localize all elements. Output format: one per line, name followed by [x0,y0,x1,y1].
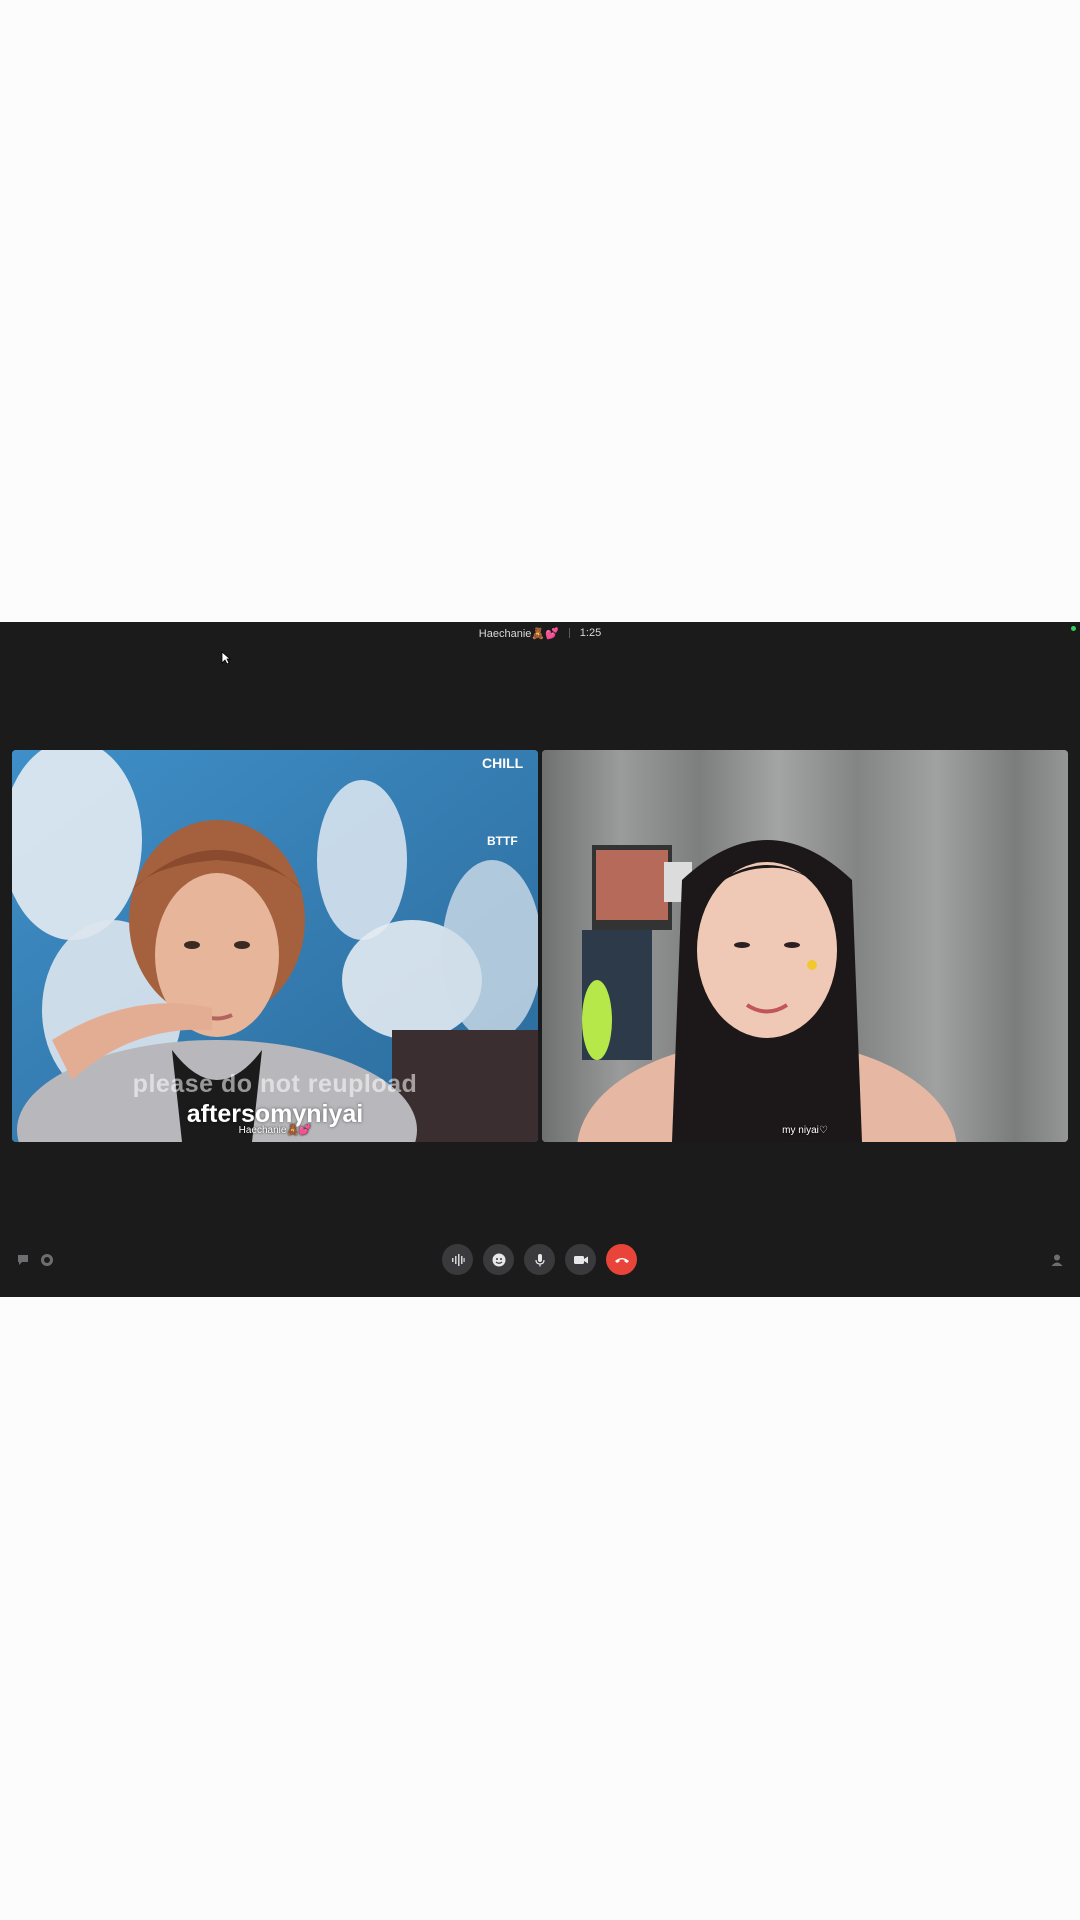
microphone-button[interactable] [524,1244,555,1275]
call-controls-bar [0,1229,1080,1297]
facetime-call-window: Haechanie🧸💕 1:25 CHILL BTTF please do no… [0,622,1080,1297]
audio-waveform-button[interactable] [442,1244,473,1275]
mouse-cursor-icon [221,651,231,665]
end-call-button[interactable] [606,1244,637,1275]
camera-button[interactable] [565,1244,596,1275]
effects-icon [492,1253,505,1266]
svg-text:CHILL: CHILL [482,755,524,771]
person-icon[interactable] [1050,1253,1064,1267]
svg-text:BTTF: BTTF [487,834,518,848]
video-frame-illustration [542,750,1068,1142]
participant-name-label: my niyai♡ [782,1125,828,1136]
online-indicator [1071,626,1076,631]
center-controls [442,1244,637,1275]
camera-icon [573,1255,588,1264]
chat-bubble-icon[interactable] [16,1253,30,1267]
participant-name-label: Haechanie🧸💕 [238,1125,312,1136]
call-duration: 1:25 [579,627,602,639]
participant-video-haechanie[interactable]: CHILL BTTF please do not reupload afters… [12,750,538,1142]
right-controls [1050,1253,1064,1267]
participant-video-niyai[interactable]: my niyai♡ [542,750,1068,1142]
microphone-icon [534,1253,545,1266]
end-call-icon [614,1257,629,1263]
title-divider [568,628,570,638]
call-titlebar: Haechanie🧸💕 1:25 [0,622,1080,644]
left-controls [16,1253,54,1267]
reupload-watermark: please do not reupload [132,1070,418,1098]
call-contact-name: Haechanie🧸💕 [478,627,559,640]
audio-waveform-icon [451,1253,465,1266]
effects-button[interactable] [483,1244,514,1275]
sticker-icon[interactable] [40,1253,54,1267]
